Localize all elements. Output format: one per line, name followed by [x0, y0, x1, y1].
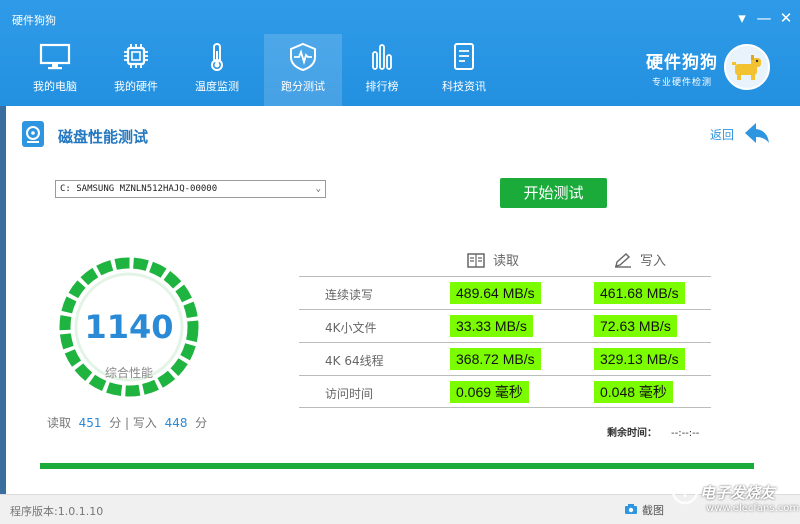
tab-ranking[interactable]: 排行榜	[343, 34, 421, 106]
chip-icon	[124, 44, 148, 68]
watermark-logo-icon	[671, 477, 699, 505]
tab-label: 我的电脑	[33, 80, 77, 93]
write-score-unit: 分	[195, 416, 208, 430]
page-title: 磁盘性能测试	[58, 128, 149, 146]
thermometer-icon	[211, 43, 223, 71]
write-column-label: 写入	[640, 254, 667, 269]
row-label: 访问时间	[325, 387, 374, 401]
row-label: 4K 64线程	[325, 354, 384, 368]
write-score-label: 写入	[132, 416, 157, 430]
header-bar: 硬件狗狗 ▾ — ✕ 我的电脑 我的硬件 温度监测 跑分测试 排行榜 科技资讯	[0, 0, 800, 106]
start-test-button[interactable]: 开始测试	[500, 178, 607, 208]
total-score: 1140	[84, 308, 174, 346]
tab-label: 科技资讯	[442, 80, 486, 93]
brand-name: 硬件狗狗	[646, 53, 718, 73]
watermark-text: 电子发烧友	[700, 484, 776, 502]
tab-my-computer[interactable]: 我的电脑	[16, 34, 94, 106]
row-label: 连续读写	[325, 288, 374, 302]
remaining-time: 剩余时间： --:--:--	[607, 424, 699, 439]
table-row: 访问时间 0.069 毫秒 0.048 毫秒	[299, 375, 711, 408]
write-value: 0.048 毫秒	[594, 381, 673, 403]
brand-slogan: 专业硬件检测	[651, 78, 712, 88]
read-score-unit: 分	[109, 416, 122, 430]
title-bar: 硬件狗狗 ▾ — ✕	[0, 0, 800, 32]
camera-icon[interactable]	[624, 503, 638, 515]
tab-tech-news[interactable]: 科技资讯	[425, 34, 503, 106]
drive-select[interactable]: C: SAMSUNG MZNLN512HAJQ-00000 ⌄	[55, 180, 326, 198]
drive-select-value: C: SAMSUNG MZNLN512HAJQ-00000	[60, 184, 218, 194]
read-column-header: 读取	[467, 250, 519, 269]
write-value: 72.63 MB/s	[594, 315, 677, 337]
read-value: 33.33 MB/s	[450, 315, 533, 337]
book-icon	[467, 253, 485, 268]
brand: 硬件狗狗 专业硬件检测	[646, 48, 718, 88]
progress-bar	[40, 463, 754, 469]
chevron-down-icon: ⌄	[315, 184, 321, 194]
document-icon	[454, 43, 474, 70]
tab-temperature[interactable]: 温度监测	[178, 34, 256, 106]
tab-label: 温度监测	[195, 80, 239, 93]
tab-label: 排行榜	[365, 80, 399, 93]
write-value: 461.68 MB/s	[594, 282, 685, 304]
dog-logo-icon	[724, 44, 770, 90]
back-arrow-icon[interactable]	[742, 120, 772, 146]
progress-fill	[40, 463, 754, 469]
screenshot-button[interactable]: 截图	[642, 502, 664, 518]
back-link[interactable]: 返回	[710, 126, 734, 143]
write-column-header: 写入	[614, 250, 666, 269]
results-table: 连续读写 489.64 MB/s 461.68 MB/s 4K小文件 33.33…	[299, 276, 711, 408]
total-score-label: 综合性能	[104, 366, 153, 380]
tab-my-hardware[interactable]: 我的硬件	[97, 34, 175, 106]
read-column-label: 读取	[493, 254, 520, 269]
app-title: 硬件狗狗	[12, 14, 56, 27]
watermark-url: www.elecfans.com	[706, 503, 800, 514]
write-value: 329.13 MB/s	[594, 348, 685, 370]
pencil-icon	[615, 253, 631, 268]
read-score: 451	[78, 416, 102, 430]
bar-chart-icon	[372, 44, 392, 70]
read-value: 368.72 MB/s	[450, 348, 541, 370]
minimize-icon[interactable]: —	[754, 8, 774, 28]
read-score-label: 读取	[47, 416, 72, 430]
row-label: 4K小文件	[325, 321, 377, 335]
version-label: 程序版本:1.0.1.10	[10, 505, 104, 518]
remaining-time-value: --:--:--	[671, 428, 700, 439]
close-icon[interactable]: ✕	[776, 8, 796, 28]
tab-benchmark[interactable]: 跑分测试	[264, 34, 342, 106]
table-row: 4K小文件 33.33 MB/s 72.63 MB/s	[299, 309, 711, 342]
shield-pulse-icon	[290, 42, 316, 72]
table-row: 4K 64线程 368.72 MB/s 329.13 MB/s	[299, 342, 711, 375]
monitor-icon	[39, 43, 71, 70]
read-value: 489.64 MB/s	[450, 282, 541, 304]
tab-label: 跑分测试	[281, 80, 325, 93]
table-row: 连续读写 489.64 MB/s 461.68 MB/s	[299, 276, 711, 309]
desktop-edge	[0, 106, 6, 524]
app-window: 硬件狗狗 ▾ — ✕ 我的电脑 我的硬件 温度监测 跑分测试 排行榜 科技资讯	[0, 0, 800, 524]
menu-dropdown-icon[interactable]: ▾	[732, 8, 752, 28]
score-summary: 读取 451 分 | 写入 448 分	[47, 414, 207, 431]
remaining-time-label: 剩余时间：	[607, 428, 657, 439]
tab-label: 我的硬件	[114, 80, 158, 93]
disk-test-icon	[22, 121, 44, 147]
write-score: 448	[164, 416, 188, 430]
score-separator: |	[125, 416, 130, 430]
read-value: 0.069 毫秒	[450, 381, 529, 403]
